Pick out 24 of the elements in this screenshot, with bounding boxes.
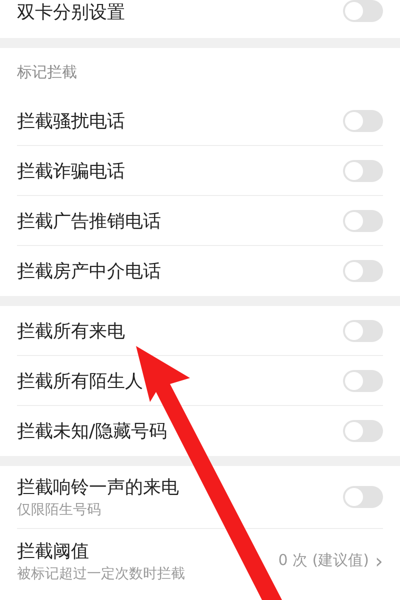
setting-label: 双卡分别设置 [17, 1, 126, 24]
toggle-switch[interactable] [343, 0, 383, 22]
setting-label: 拦截骚扰电话 [17, 110, 126, 132]
toggle-switch[interactable] [343, 260, 383, 282]
setting-label: 拦截广告推销电话 [17, 210, 162, 232]
section-header: 标记拦截 [17, 62, 77, 82]
setting-label: 拦截诈骗电话 [17, 160, 126, 182]
toggle-switch[interactable] [343, 110, 383, 132]
setting-description: 仅限陌生号码 [17, 501, 102, 519]
setting-value[interactable]: 0 次 (建议值) [278, 551, 369, 570]
chevron-icon: › [375, 548, 383, 572]
toggle-switch[interactable] [343, 320, 383, 342]
setting-label: 拦截所有来电 [17, 320, 126, 342]
toggle-switch[interactable] [343, 370, 383, 392]
toggle-switch[interactable] [343, 160, 383, 182]
toggle-switch[interactable] [343, 210, 383, 232]
setting-label: 拦截所有陌生人 [17, 370, 144, 392]
toggle-switch[interactable] [343, 486, 383, 508]
setting-label: 拦截响铃一声的来电 [17, 476, 180, 499]
setting-description: 被标记超过一定次数时拦截 [17, 564, 186, 582]
setting-label: 拦截未知/隐藏号码 [17, 420, 168, 443]
setting-label: 拦截房产中介电话 [17, 260, 162, 283]
toggle-switch[interactable] [343, 420, 383, 442]
setting-label: 拦截阈值 [17, 540, 90, 562]
